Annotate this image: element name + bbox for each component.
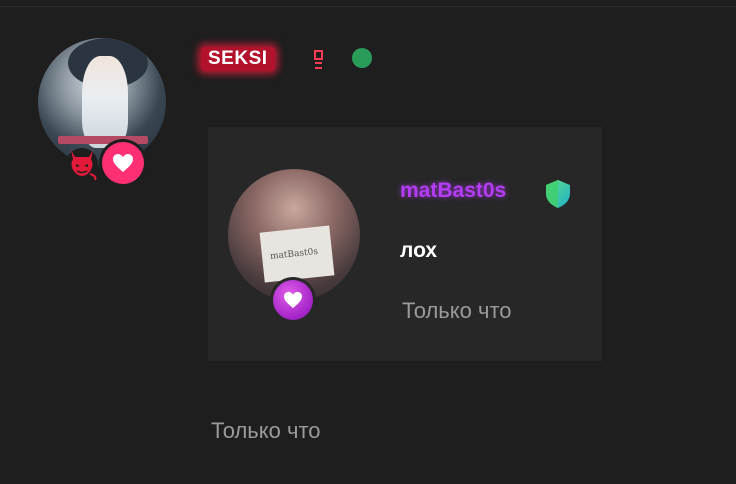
- devil-icon: [66, 148, 98, 181]
- quote-author-name[interactable]: matBast0s: [400, 179, 506, 203]
- quoted-message-card[interactable]: matBast0s matBast0s лох Только что: [208, 127, 602, 361]
- user-badge-icon: [314, 50, 323, 69]
- heart-icon: [284, 291, 302, 309]
- author-name[interactable]: SEKSI: [201, 47, 275, 71]
- author-avatar[interactable]: [38, 38, 166, 166]
- chat-page: SEKSI matBast0s matBast0s лох Только что…: [0, 0, 736, 484]
- top-divider: [0, 6, 736, 7]
- heart-icon: [113, 154, 133, 172]
- quote-message-text: лох: [400, 239, 438, 262]
- quote-timestamp: Только что: [402, 298, 512, 323]
- shield-icon: [546, 180, 570, 208]
- heart-badge: [99, 139, 147, 187]
- online-status-dot: [352, 48, 372, 68]
- post-timestamp: Только что: [211, 418, 321, 443]
- quote-heart-badge: [270, 277, 316, 323]
